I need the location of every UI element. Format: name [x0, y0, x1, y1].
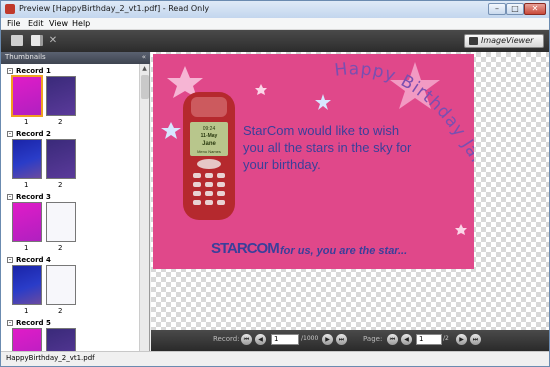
record-label: Record 2 — [16, 130, 51, 138]
thumbnail-page[interactable] — [46, 328, 76, 351]
maximize-icon: □ — [511, 4, 519, 13]
record-list: - Record 1 1 2 - Record 2 1 2 - Record 3 1 … — [1, 64, 139, 351]
menu-file[interactable]: File — [7, 19, 20, 28]
close-document-icon[interactable]: ✕ — [48, 35, 58, 46]
star-decoration — [161, 122, 181, 139]
star-decoration — [455, 224, 467, 235]
thumbnails-scrollbar[interactable]: ▲ — [139, 64, 149, 351]
status-bar: HappyBirthday_2_vt1.pdf — [1, 351, 549, 366]
image-viewer-label: ImageViewer — [481, 36, 534, 45]
next-record-icon[interactable]: ▶ — [322, 334, 333, 345]
image-viewer-icon — [469, 37, 478, 45]
next-page-icon[interactable]: ▶ — [456, 334, 467, 345]
record-group: - Record 2 1 2 — [1, 127, 139, 190]
maximize-button[interactable]: □ — [506, 3, 524, 15]
page-number: 2 — [58, 118, 63, 126]
page-input[interactable]: 1 — [416, 334, 442, 345]
previous-page-icon[interactable]: ◀ — [401, 334, 412, 345]
window-title: Preview [HappyBirthday_2_vt1.pdf] - Read… — [19, 4, 210, 13]
menu-bar: File Edit View Help — [1, 18, 549, 30]
collapse-icon[interactable]: - — [7, 131, 13, 137]
page-total: /2 — [443, 335, 449, 342]
thumbnails-header: Thumbnails « — [1, 52, 150, 64]
record-label: Record 5 — [16, 319, 51, 327]
thumbnail-page[interactable] — [46, 139, 76, 179]
menu-view[interactable]: View — [49, 19, 68, 28]
minimize-button[interactable]: – — [488, 3, 506, 15]
record-header[interactable]: - Record 2 — [7, 130, 51, 138]
record-group: - Record 4 1 2 — [1, 253, 139, 316]
thumbnail-page[interactable] — [12, 139, 42, 179]
starcom-logo: STARCOM — [211, 240, 280, 257]
first-page-icon[interactable]: ⏮ — [387, 334, 398, 345]
collapse-icon[interactable]: - — [7, 68, 13, 74]
record-total: /1000 — [301, 335, 319, 342]
phone-screen-line: Menu Names — [197, 149, 221, 154]
record-input[interactable]: 1 — [271, 334, 299, 345]
toolbar: ✕ ImageViewer — [1, 30, 549, 52]
scrollbar-thumb[interactable] — [141, 75, 149, 99]
thumbnails-panel: Thumbnails « - Record 1 1 2 - Record 2 1 2… — [1, 52, 150, 351]
first-record-icon[interactable]: ⏮ — [241, 334, 252, 345]
document-icon[interactable] — [31, 35, 43, 46]
phone-screen-line: Jane — [202, 141, 216, 147]
page-number: 2 — [58, 181, 63, 189]
page-number: 1 — [24, 307, 29, 315]
title-bar: Preview [HappyBirthday_2_vt1.pdf] - Read… — [1, 1, 549, 18]
record-label: Record 1 — [16, 67, 51, 75]
navigation-bar: Record: ⏮ ◀ 1 /1000 ▶ ⏭ Page: ⏮ ◀ 1 /2 ▶… — [151, 330, 549, 351]
page-label: Page: — [363, 335, 383, 343]
mobile-phone-image — [183, 92, 235, 220]
thumbnail-page[interactable] — [12, 328, 42, 351]
preview-window: Preview [HappyBirthday_2_vt1.pdf] - Read… — [0, 0, 550, 367]
record-label: Record 3 — [16, 193, 51, 201]
thumbnail-page[interactable] — [11, 75, 43, 117]
thumbnail-page[interactable] — [46, 202, 76, 242]
record-header[interactable]: - Record 4 — [7, 256, 51, 264]
star-decoration — [315, 94, 331, 110]
record-label: Record: — [213, 335, 240, 343]
star-decoration — [255, 84, 267, 95]
thumbnails-title: Thumbnails — [5, 53, 46, 61]
save-icon[interactable] — [11, 35, 23, 46]
minimize-icon: – — [495, 4, 499, 13]
thumbnail-page[interactable] — [46, 76, 76, 116]
pdf-app-icon — [5, 4, 15, 14]
thumbnail-page[interactable] — [46, 265, 76, 305]
collapse-icon[interactable]: - — [7, 320, 13, 326]
record-group: - Record 5 — [1, 316, 139, 351]
record-header[interactable]: - Record 3 — [7, 193, 51, 201]
previous-record-icon[interactable]: ◀ — [255, 334, 266, 345]
thumbnail-page[interactable] — [12, 202, 42, 242]
collapse-panel-icon[interactable]: « — [142, 53, 146, 61]
birthday-card-page: 09:24 11-May Jane Menu Names Happy Birth… — [153, 54, 474, 269]
record-label: Record 4 — [16, 256, 51, 264]
page-number: 2 — [58, 307, 63, 315]
page-number: 1 — [24, 244, 29, 252]
scroll-up-icon[interactable]: ▲ — [141, 65, 148, 73]
record-header[interactable]: - Record 1 — [7, 67, 51, 75]
record-group: - Record 3 1 2 — [1, 190, 139, 253]
card-message: StarCom would like to wish you all the s… — [243, 123, 412, 172]
card-tagline: for us, you are the star... — [280, 245, 408, 257]
page-number: 1 — [24, 118, 29, 126]
page-number: 1 — [24, 181, 29, 189]
record-group: - Record 1 1 2 — [1, 64, 139, 127]
image-viewer-button[interactable]: ImageViewer — [464, 34, 544, 48]
menu-edit[interactable]: Edit — [28, 19, 44, 28]
phone-screen-line: 09:24 — [203, 126, 216, 132]
close-button[interactable]: ✕ — [524, 3, 546, 15]
collapse-icon[interactable]: - — [7, 257, 13, 263]
menu-help[interactable]: Help — [72, 19, 90, 28]
thumbnail-page[interactable] — [12, 265, 42, 305]
phone-screen-line: 11-May — [201, 133, 218, 139]
last-page-icon[interactable]: ⏭ — [470, 334, 481, 345]
close-icon: ✕ — [531, 4, 539, 13]
collapse-icon[interactable]: - — [7, 194, 13, 200]
record-header[interactable]: - Record 5 — [7, 319, 51, 327]
page-number: 2 — [58, 244, 63, 252]
status-filename: HappyBirthday_2_vt1.pdf — [6, 354, 95, 362]
document-canvas: 09:24 11-May Jane Menu Names Happy Birth… — [151, 52, 549, 330]
last-record-icon[interactable]: ⏭ — [336, 334, 347, 345]
